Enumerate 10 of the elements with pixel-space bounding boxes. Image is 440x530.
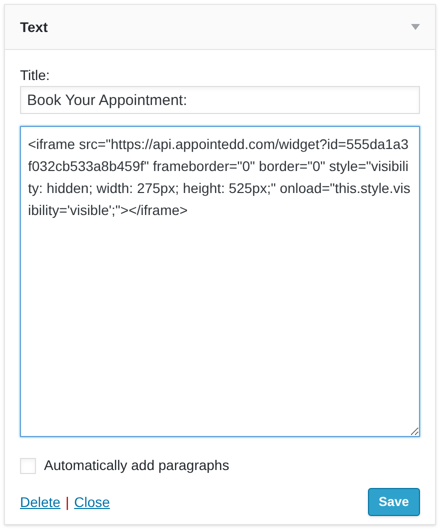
widget-title: Text bbox=[20, 18, 48, 36]
title-input[interactable]: Book Your Appointment: bbox=[20, 86, 420, 114]
link-separator: | bbox=[65, 493, 70, 512]
auto-paragraphs-label: Automatically add paragraphs bbox=[44, 456, 230, 475]
content-textarea[interactable]: <iframe src="https://api.appointedd.com/widget?id=555da1a3f032cb533a8b459f" frameborder="0" border="0" style="visibility: hidden; width: 275px; height: 525px;" onload="this.style.visibility='visible';"></iframe> bbox=[20, 126, 420, 437]
title-label: Title: bbox=[20, 66, 51, 84]
widget-link[interactable]: Close bbox=[74, 492, 110, 513]
auto-paragraphs-checkbox[interactable] bbox=[20, 458, 36, 474]
widget-link[interactable]: Delete bbox=[20, 492, 60, 513]
widget-header[interactable]: Text bbox=[5, 5, 435, 50]
